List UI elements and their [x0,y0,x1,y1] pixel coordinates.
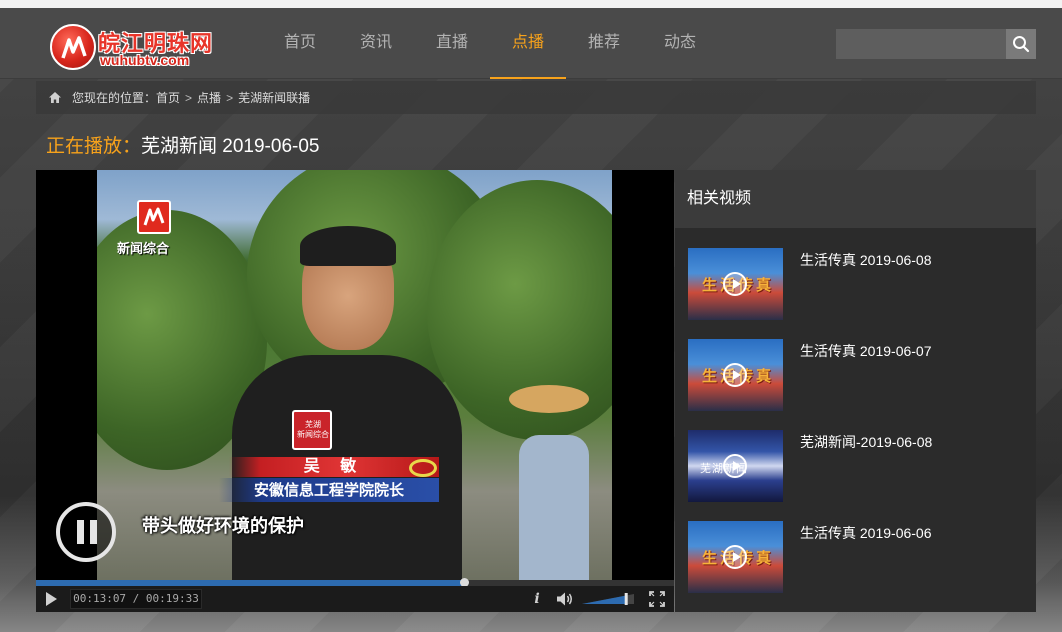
bystander-hat [509,385,589,413]
speaker-hair [300,226,396,266]
play-icon[interactable] [44,591,60,607]
control-bar: 00:13:07 / 00:19:33 i [36,586,674,612]
nav-recommend[interactable]: 推荐 [566,8,642,79]
volume-slider[interactable] [582,592,634,606]
site-logo[interactable]: 皖江明珠网 wuhubtv.com [50,24,215,70]
main-nav: 首页 资讯 直播 点播 推荐 动态 [262,8,718,79]
home-icon [49,92,61,103]
breadcrumb-prefix: 您现在的位置： [72,91,157,105]
breadcrumb: 您现在的位置： 首页 > 点播 > 芜湖新闻联播 [36,81,1036,114]
related-video-item[interactable]: 生活传真 生活传真 2019-06-07 [688,339,1028,411]
related-video-item[interactable]: 芜湖新闻 芜湖新闻-2019-06-08 [688,430,1028,502]
related-video-thumbnail[interactable]: 芜湖新闻 [688,430,783,502]
search-icon [1013,36,1030,53]
station-logo: 新闻综合 [117,200,192,260]
related-videos-title: 相关视频 [675,170,1036,228]
now-playing-label: 正在播放： [46,136,142,157]
pause-icon[interactable] [56,502,116,562]
lower-third-ring-icon [409,459,437,477]
play-icon [723,363,747,387]
play-icon [723,272,747,296]
related-video-item[interactable]: 生活传真 生活传真 2019-06-08 [688,248,1028,320]
nav-activity[interactable]: 动态 [642,8,718,79]
logo-mark-icon [50,24,96,70]
breadcrumb-current[interactable]: 芜湖新闻联播 [238,89,310,106]
video-subtitle: 带头做好环境的保护 [142,516,304,536]
lower-third: 吴 敏 安徽信息工程学院院长 [159,457,439,503]
info-icon[interactable]: i [530,589,544,609]
video-scene-bystander [509,385,599,582]
speaker-name: 吴 敏 [229,457,439,477]
breadcrumb-home[interactable]: 首页 [156,89,180,106]
top-strip [0,0,1062,8]
fullscreen-icon[interactable] [649,591,665,607]
logo-text-en: wuhubtv.com [100,52,190,68]
related-video-title[interactable]: 生活传真 2019-06-07 [800,341,932,361]
related-video-thumbnail[interactable]: 生活传真 [688,521,783,593]
search-box [836,29,1036,59]
video-player[interactable]: 新闻综合 芜湖 新闻综合 吴 敏 安徽信息工程学院院长 带头做好环境的保护 00… [36,170,674,612]
related-video-title[interactable]: 生活传真 2019-06-08 [800,250,932,270]
breadcrumb-separator: > [226,90,234,105]
nav-live[interactable]: 直播 [414,8,490,79]
now-playing-video-title: 芜湖新闻 2019-06-05 [141,136,320,157]
mic-flag: 芜湖 新闻综合 [292,410,332,450]
related-video-title[interactable]: 芜湖新闻-2019-06-08 [800,432,932,452]
station-logo-icon [137,200,171,234]
station-name: 新闻综合 [117,242,170,257]
search-button[interactable] [1006,29,1036,59]
play-icon [723,545,747,569]
time-display: 00:13:07 / 00:19:33 [70,589,202,609]
play-icon [723,454,747,478]
related-video-thumbnail[interactable]: 生活传真 [688,339,783,411]
related-video-thumbnail[interactable]: 生活传真 [688,248,783,320]
speaker-title: 安徽信息工程学院院长 [219,478,439,502]
related-videos-panel: 相关视频 生活传真 生活传真 2019-06-08 生活传真 生活传真 2019… [675,170,1036,612]
mic-flag-label: 芜湖 新闻综合 [297,420,329,439]
related-video-title[interactable]: 生活传真 2019-06-06 [800,523,932,543]
nav-news[interactable]: 资讯 [338,8,414,79]
breadcrumb-vod[interactable]: 点播 [197,89,221,106]
breadcrumb-separator: > [185,90,193,105]
nav-vod[interactable]: 点播 [490,8,566,79]
nav-home[interactable]: 首页 [262,8,338,79]
bystander-shirt [519,435,589,582]
volume-icon[interactable] [556,591,574,607]
search-input[interactable] [836,29,1006,59]
video-frame[interactable]: 新闻综合 芜湖 新闻综合 吴 敏 安徽信息工程学院院长 带头做好环境的保护 [97,170,612,582]
now-playing-title: 正在播放：芜湖新闻 2019-06-05 [46,131,319,158]
related-video-item[interactable]: 生活传真 生活传真 2019-06-06 [688,521,1028,593]
